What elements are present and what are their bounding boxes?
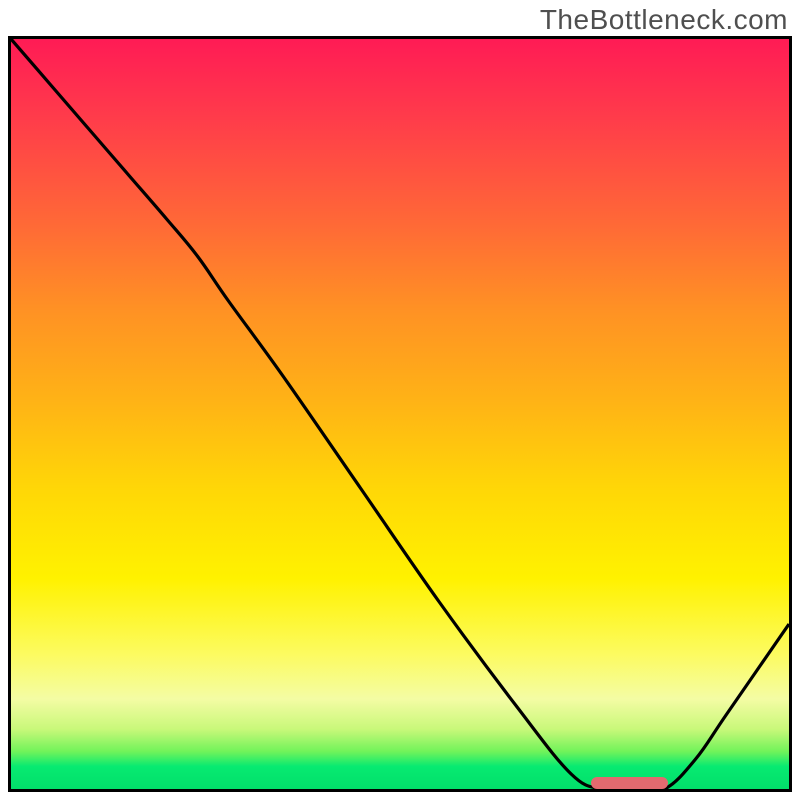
bottleneck-curve bbox=[11, 39, 789, 789]
chart-frame: TheBottleneck.com bbox=[0, 0, 800, 800]
curve-path bbox=[11, 39, 789, 789]
plot-area bbox=[8, 36, 792, 792]
watermark-text: TheBottleneck.com bbox=[540, 4, 788, 36]
optimal-range-marker bbox=[591, 777, 669, 789]
